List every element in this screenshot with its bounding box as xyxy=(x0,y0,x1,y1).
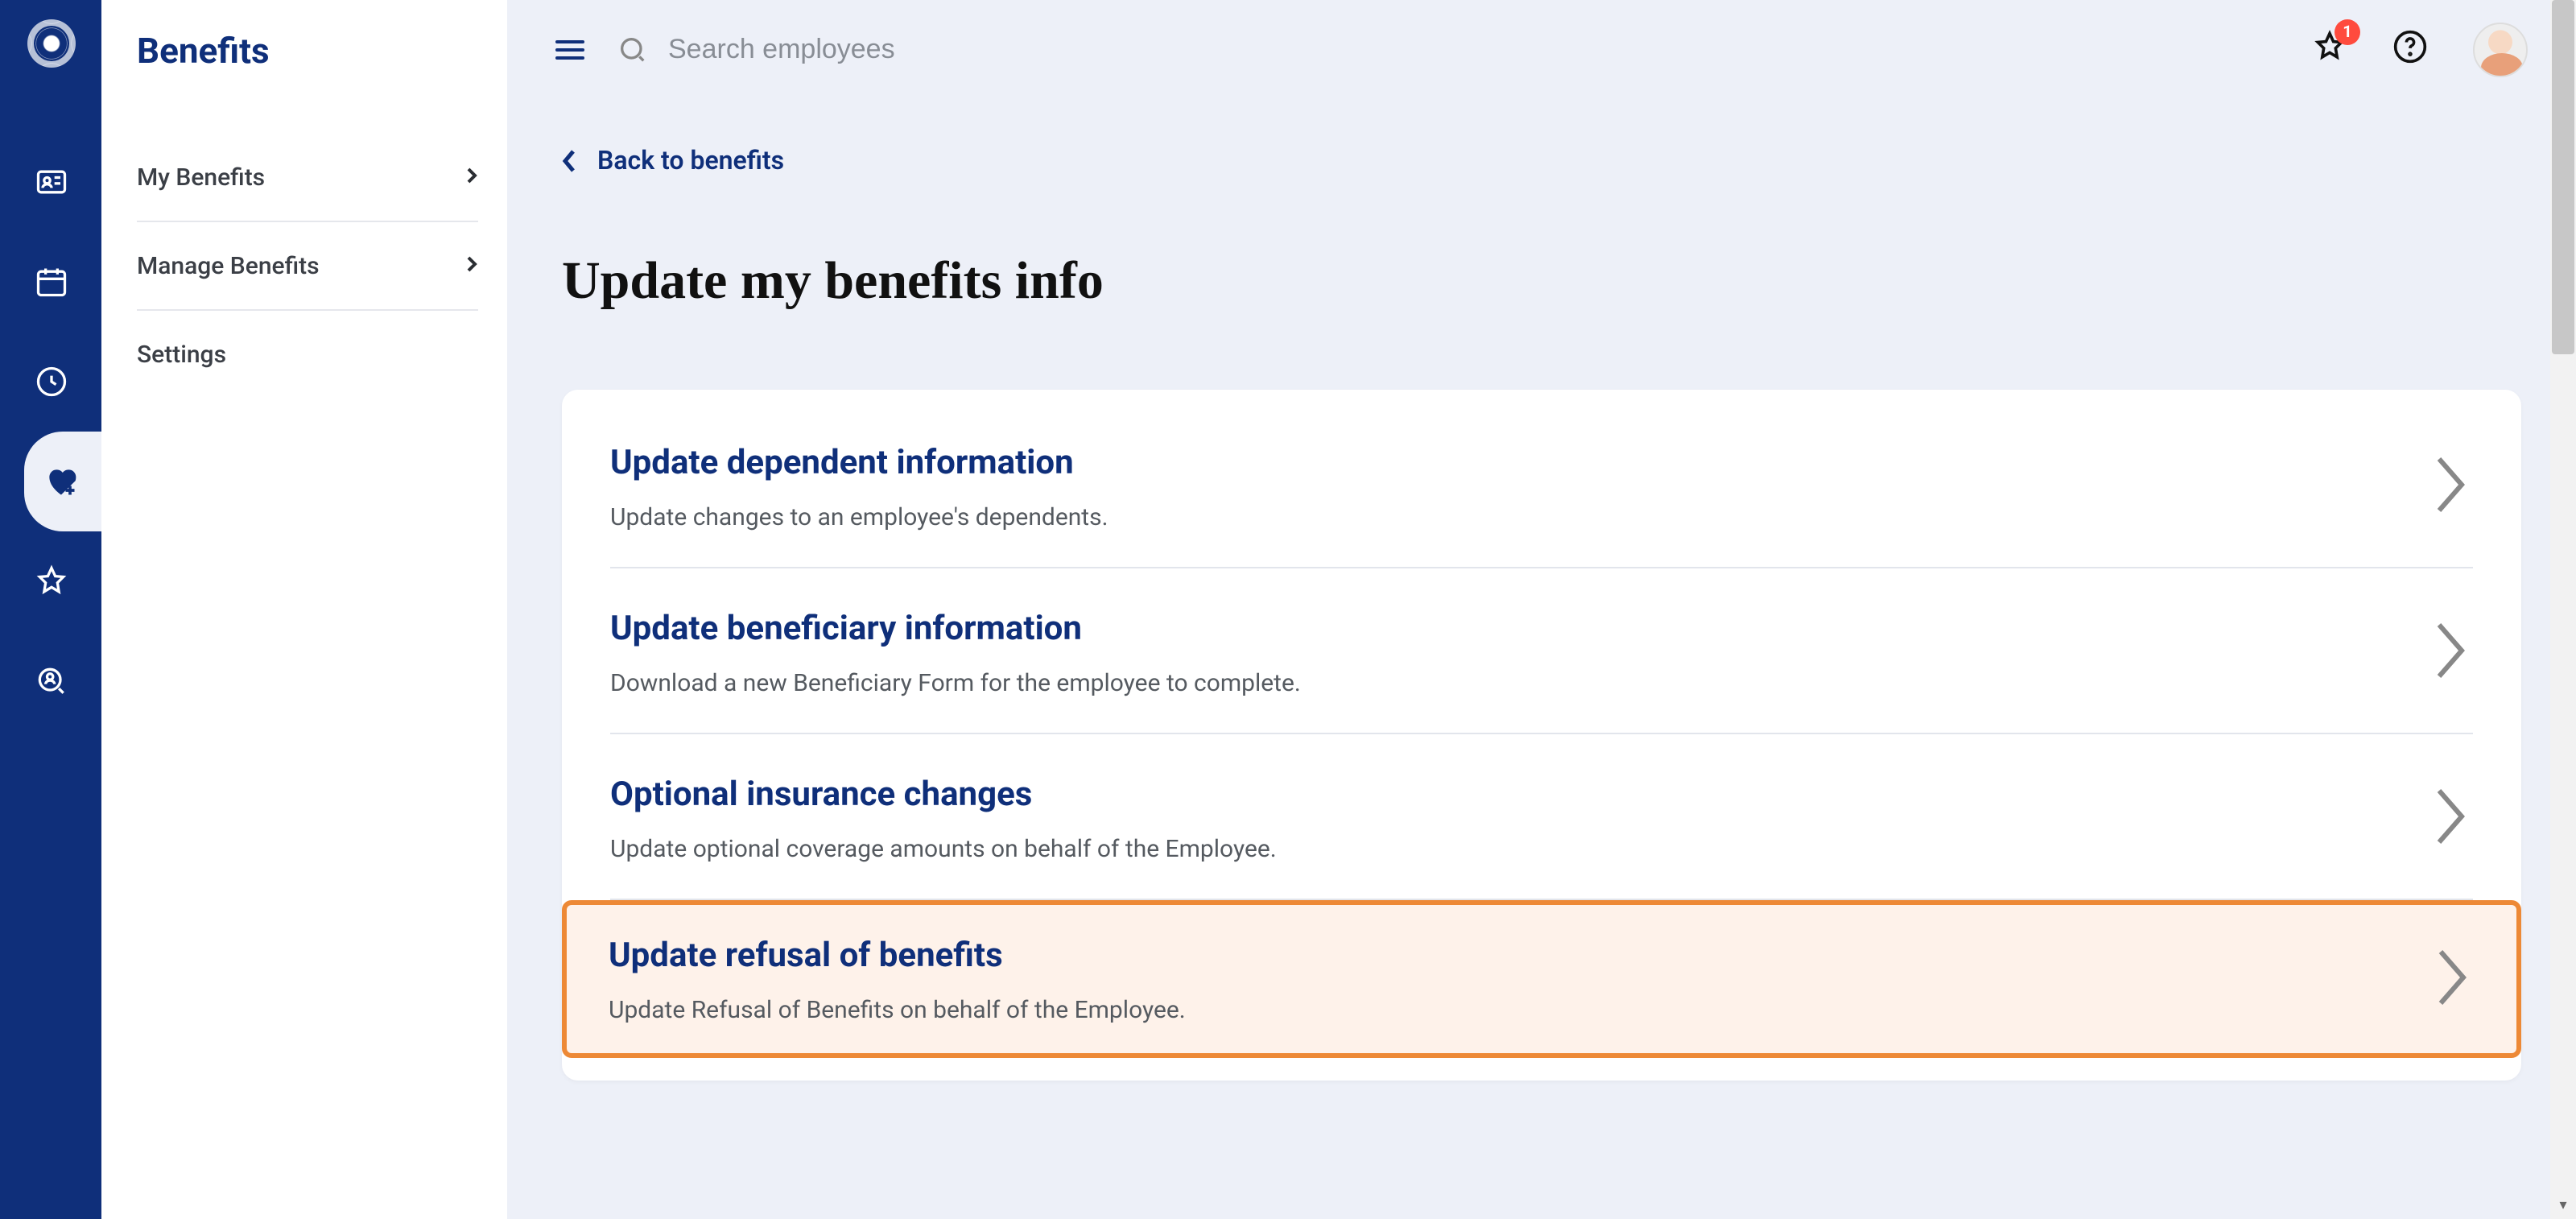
nav-item-benefits[interactable] xyxy=(24,432,101,531)
sidebar-item-label: Manage Benefits xyxy=(137,251,320,280)
chevron-right-icon xyxy=(2431,618,2473,689)
main-content: 1 Back to benefits Update my benefits in… xyxy=(507,0,2576,1219)
sidebar-item-manage-benefits[interactable]: Manage Benefits xyxy=(137,222,478,311)
help-button[interactable] xyxy=(2392,29,2428,71)
nav-item-calendar[interactable] xyxy=(0,232,101,332)
nav-item-search-people[interactable] xyxy=(0,631,101,731)
nav-item-favorites[interactable] xyxy=(0,531,101,631)
help-icon xyxy=(2392,29,2428,64)
chevron-right-icon xyxy=(2431,452,2473,523)
nav-rail xyxy=(0,0,101,1219)
option-description: Update Refusal of Benefits on behalf of … xyxy=(609,995,1186,1024)
star-icon xyxy=(33,564,68,599)
nav-item-time[interactable] xyxy=(0,332,101,432)
scroll-down-arrow[interactable]: ▾ xyxy=(2550,1193,2576,1219)
scrollbar-thumb[interactable] xyxy=(2552,0,2574,354)
page-title: Update my benefits info xyxy=(562,253,2521,312)
option-title: Update dependent information xyxy=(610,444,1108,483)
user-avatar[interactable] xyxy=(2473,23,2528,77)
sidebar: Benefits My Benefits Manage Benefits Set… xyxy=(101,0,507,1219)
option-update-dependent[interactable]: Update dependent information Update chan… xyxy=(610,403,2473,568)
sidebar-title: Benefits xyxy=(137,32,478,72)
calendar-icon xyxy=(33,264,68,300)
chevron-right-icon xyxy=(2433,945,2475,1016)
option-update-beneficiary[interactable]: Update beneficiary information Download … xyxy=(610,568,2473,734)
chevron-left-icon xyxy=(562,147,578,173)
app-logo[interactable] xyxy=(27,19,75,68)
search-input[interactable] xyxy=(668,34,1151,66)
back-link[interactable]: Back to benefits xyxy=(562,145,784,176)
clock-icon xyxy=(33,364,68,399)
option-optional-insurance[interactable]: Optional insurance changes Update option… xyxy=(610,734,2473,900)
sidebar-item-my-benefits[interactable]: My Benefits xyxy=(137,134,478,222)
person-search-icon xyxy=(33,663,68,699)
option-description: Update optional coverage amounts on beha… xyxy=(610,834,1277,863)
nav-item-profile[interactable] xyxy=(0,132,101,232)
sidebar-item-label: Settings xyxy=(137,340,226,369)
back-link-label: Back to benefits xyxy=(597,145,784,176)
option-title: Update refusal of benefits xyxy=(609,937,1186,976)
favorites-button[interactable]: 1 xyxy=(2312,29,2347,71)
menu-toggle[interactable] xyxy=(555,39,584,60)
search-icon xyxy=(617,34,649,66)
option-description: Download a new Beneficiary Form for the … xyxy=(610,668,1301,697)
option-title: Update beneficiary information xyxy=(610,610,1301,649)
chevron-right-icon xyxy=(465,251,478,280)
option-description: Update changes to an employee's dependen… xyxy=(610,502,1108,531)
options-card: Update dependent information Update chan… xyxy=(562,390,2521,1081)
search-field[interactable] xyxy=(617,34,2280,66)
chevron-right-icon xyxy=(465,163,478,192)
sidebar-item-settings[interactable]: Settings xyxy=(137,311,478,398)
chevron-right-icon xyxy=(2431,784,2473,855)
heart-plus-icon xyxy=(43,464,79,499)
option-update-refusal[interactable]: Update refusal of benefits Update Refusa… xyxy=(562,900,2521,1058)
topbar: 1 xyxy=(507,0,2576,100)
sidebar-item-label: My Benefits xyxy=(137,163,265,192)
notification-badge: 1 xyxy=(2334,19,2360,45)
scrollbar[interactable]: ▴ ▾ xyxy=(2550,0,2576,1219)
option-title: Optional insurance changes xyxy=(610,776,1277,815)
id-card-icon xyxy=(33,164,68,200)
